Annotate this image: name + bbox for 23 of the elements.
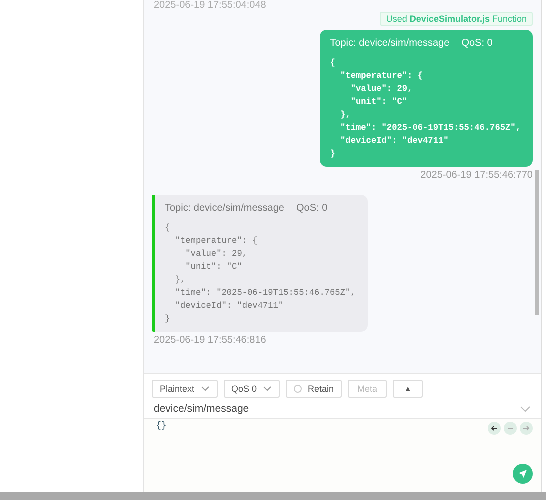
function-badge: Used DeviceSimulator.js Function (380, 12, 533, 26)
message-payload: { "temperature": { "value": 29, "unit": "C" }, "time": "2025-06-19T15:55:46.765Z", "deviceId": "dev4711" } (165, 222, 357, 326)
chevron-down-icon[interactable] (520, 406, 531, 412)
arrow-left-icon[interactable] (488, 422, 501, 435)
message-topic: Topic: device/sim/message (165, 203, 284, 214)
qos-dropdown[interactable]: QoS 0 (224, 380, 280, 398)
format-dropdown[interactable]: Plaintext (152, 380, 218, 398)
message-qos: QoS: 0 (296, 203, 328, 214)
message-topic: Topic: device/sim/message (330, 38, 450, 49)
retain-toggle[interactable]: Retain (286, 380, 342, 398)
timestamp: 2025-06-19 17:55:46:770 (420, 170, 533, 181)
chevron-down-icon (263, 386, 272, 392)
scrollbar[interactable] (535, 170, 539, 315)
timestamp: 2025-06-19 17:55:04:048 (154, 0, 268, 13)
send-button[interactable] (513, 464, 533, 484)
payload-editor[interactable]: {} (144, 419, 541, 492)
payload-text: {} (156, 421, 167, 431)
message-qos: QoS: 0 (462, 38, 493, 49)
arrow-right-icon[interactable] (520, 422, 533, 435)
chevron-down-icon (200, 386, 210, 392)
timestamp: 2025-06-19 17:55:46:816 (154, 335, 266, 346)
topic-field[interactable]: device/sim/message (154, 403, 250, 415)
message-payload: { "temperature": { "value": 29, "unit": "C" }, "time": "2025-06-19T15:55:46.765Z", "deviceId": "dev4711" } (330, 57, 522, 161)
